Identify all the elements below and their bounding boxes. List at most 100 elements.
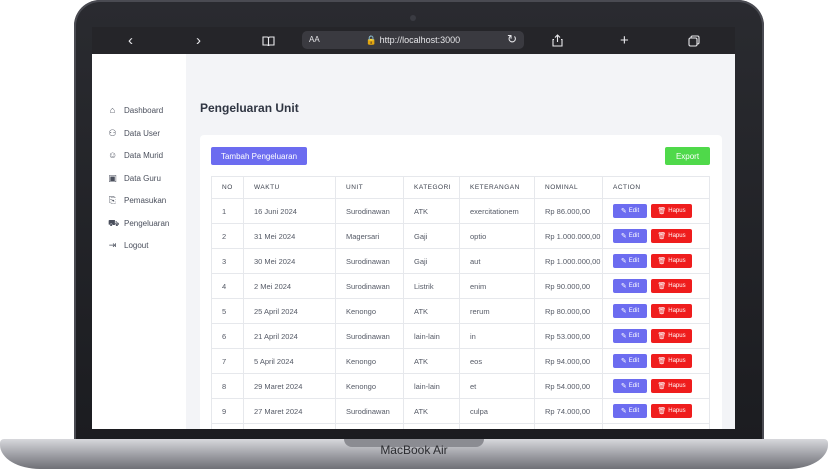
delete-button[interactable]: 🗑 Hapus bbox=[651, 304, 692, 318]
url-bar[interactable]: AA 🔒 http://localhost:3000 ↻ bbox=[302, 31, 524, 49]
back-icon[interactable]: ‹ bbox=[128, 27, 133, 54]
forward-icon[interactable]: › bbox=[196, 27, 201, 54]
cell-keterangan: et bbox=[459, 373, 535, 399]
cell-kategori: Gaji bbox=[403, 223, 460, 249]
cell-kategori: ATK bbox=[403, 398, 460, 424]
table-row: 9 27 Maret 2024 Surodinawan ATK culpa Rp 74.0… bbox=[211, 398, 710, 424]
cell-keterangan: rerum bbox=[459, 298, 535, 324]
cell-unit: Surodinawan bbox=[335, 398, 404, 424]
cell-no: 7 bbox=[211, 348, 244, 374]
action-group: ✎ Edit 🗑 Hapus bbox=[613, 279, 709, 293]
sidebar-item-pemasukan[interactable]: ⎘ Pemasukan bbox=[108, 192, 166, 208]
logout-icon: ⇥ bbox=[108, 239, 117, 250]
sidebar-item-data-murid[interactable]: ☺ Data Murid bbox=[108, 147, 163, 163]
cell-waktu: 25 April 2024 bbox=[243, 298, 336, 324]
action-group: ✎ Edit 🗑 Hapus bbox=[613, 254, 709, 268]
edit-label: Edit bbox=[628, 408, 640, 414]
cell-unit: Surodinawan bbox=[335, 198, 404, 224]
cell-unit: Surodinawan bbox=[335, 323, 404, 349]
cell-no: 6 bbox=[211, 323, 244, 349]
cell-keterangan: optio bbox=[459, 223, 535, 249]
edit-label: Edit bbox=[628, 308, 640, 314]
cell-waktu: 31 Mei 2024 bbox=[243, 223, 336, 249]
edit-button[interactable]: ✎ Edit bbox=[613, 229, 647, 243]
cell-nominal: Rp 86.000,00 bbox=[534, 198, 603, 224]
column-header: NO bbox=[211, 176, 244, 199]
trash-icon: 🗑 bbox=[657, 333, 667, 340]
edit-label: Edit bbox=[628, 383, 640, 389]
edit-label: Edit bbox=[628, 233, 640, 239]
edit-label: Edit bbox=[628, 258, 640, 264]
sidebar-item-label: Data Murid bbox=[124, 150, 164, 160]
cell-unit: Magersari bbox=[335, 223, 404, 249]
home-icon: ⌂ bbox=[109, 104, 116, 115]
delete-label: Hapus bbox=[668, 383, 686, 389]
edit-icon: ✎ bbox=[620, 308, 627, 315]
cell-nominal: Rp 1.000.000,00 bbox=[534, 423, 603, 429]
delete-label: Hapus bbox=[668, 308, 686, 314]
delete-button[interactable]: 🗑 Hapus bbox=[651, 204, 692, 218]
action-group: ✎ Edit 🗑 Hapus bbox=[613, 354, 709, 368]
sidebar-item-dashboard[interactable]: ⌂ Dashboard bbox=[108, 102, 163, 118]
cell-action: ✎Edit 🗑Hapus bbox=[602, 198, 710, 224]
sidebar-item-data-guru[interactable]: ▣ Data Guru bbox=[108, 170, 161, 186]
delete-button[interactable]: 🗑 Hapus bbox=[651, 229, 692, 243]
delete-label: Hapus bbox=[668, 208, 686, 214]
reload-icon[interactable]: ↻ bbox=[507, 32, 517, 46]
cell-no: 3 bbox=[211, 248, 244, 274]
cell-kategori: Listrik bbox=[403, 273, 460, 299]
sidebar-item-pengeluaran[interactable]: ⛟ Pengeluaran bbox=[108, 215, 169, 231]
edit-button[interactable]: ✎ Edit bbox=[613, 304, 647, 318]
action-group: ✎ Edit 🗑 Hapus bbox=[613, 404, 709, 418]
export-button[interactable]: Export bbox=[665, 147, 710, 165]
expense-table: NO WAKTU UNIT KATEGORI KETERANGAN NOMINA… bbox=[211, 176, 710, 429]
sidebar-item-logout[interactable]: ⇥ Logout bbox=[108, 237, 149, 253]
cell-kategori: Gaji bbox=[403, 423, 460, 429]
cell-kategori: ATK bbox=[403, 198, 460, 224]
cell-waktu: 5 April 2024 bbox=[243, 348, 336, 374]
cell-no: 5 bbox=[211, 298, 244, 324]
delete-button[interactable]: 🗑 Hapus bbox=[651, 329, 692, 343]
sidebar-item-label: Logout bbox=[124, 240, 149, 250]
column-header: NOMINAL bbox=[534, 176, 603, 199]
sidebar-item-label: Pemasukan bbox=[124, 195, 167, 205]
cell-nominal: Rp 94.000,00 bbox=[534, 348, 603, 374]
cell-action: ✎Edit 🗑Hapus bbox=[602, 373, 710, 399]
cell-waktu: 26 Februari 2024 bbox=[243, 423, 336, 429]
user-icon: ☺ bbox=[108, 149, 118, 160]
delete-label: Hapus bbox=[668, 333, 686, 339]
edit-button[interactable]: ✎ Edit bbox=[613, 279, 647, 293]
cell-no: 4 bbox=[211, 273, 244, 299]
tabs-icon[interactable] bbox=[688, 27, 700, 54]
cell-nominal: Rp 53.000,00 bbox=[534, 323, 603, 349]
camera bbox=[410, 15, 416, 21]
column-header: WAKTU bbox=[243, 176, 336, 199]
edit-icon: ✎ bbox=[620, 333, 627, 340]
table-header-row: NO WAKTU UNIT KATEGORI KETERANGAN NOMINA… bbox=[211, 176, 710, 199]
book-icon[interactable] bbox=[262, 27, 275, 54]
sidebar-item-label: Pengeluaran bbox=[124, 218, 170, 228]
edit-button[interactable]: ✎ Edit bbox=[613, 329, 647, 343]
device-label: MacBook Air bbox=[380, 443, 448, 457]
delete-button[interactable]: 🗑 Hapus bbox=[651, 379, 692, 393]
cell-nominal: Rp 74.000,00 bbox=[534, 398, 603, 424]
cell-keterangan: exercitationem bbox=[459, 198, 535, 224]
delete-button[interactable]: 🗑 Hapus bbox=[651, 279, 692, 293]
delete-button[interactable]: 🗑 Hapus bbox=[651, 254, 692, 268]
edit-button[interactable]: ✎ Edit bbox=[613, 379, 647, 393]
new-tab-icon[interactable]: + bbox=[620, 27, 629, 54]
sidebar-item-data-user[interactable]: ⚇ Data User bbox=[108, 125, 160, 141]
edit-label: Edit bbox=[628, 358, 640, 364]
edit-button[interactable]: ✎ Edit bbox=[613, 204, 647, 218]
screen: ‹ › AA 🔒 http://localhost:3000 ↻ + ⌂ Das… bbox=[92, 27, 735, 429]
cell-kategori: Gaji bbox=[403, 248, 460, 274]
cell-action: ✎Edit 🗑Hapus bbox=[602, 298, 710, 324]
share-icon[interactable] bbox=[552, 27, 563, 54]
delete-button[interactable]: 🗑 Hapus bbox=[651, 354, 692, 368]
edit-button[interactable]: ✎ Edit bbox=[613, 254, 647, 268]
edit-button[interactable]: ✎ Edit bbox=[613, 354, 647, 368]
add-expense-button[interactable]: Tambah Pengeluaran bbox=[211, 147, 307, 165]
cell-action: ✎Edit 🗑Hapus bbox=[602, 223, 710, 249]
delete-button[interactable]: 🗑 Hapus bbox=[651, 404, 692, 418]
edit-button[interactable]: ✎ Edit bbox=[613, 404, 647, 418]
